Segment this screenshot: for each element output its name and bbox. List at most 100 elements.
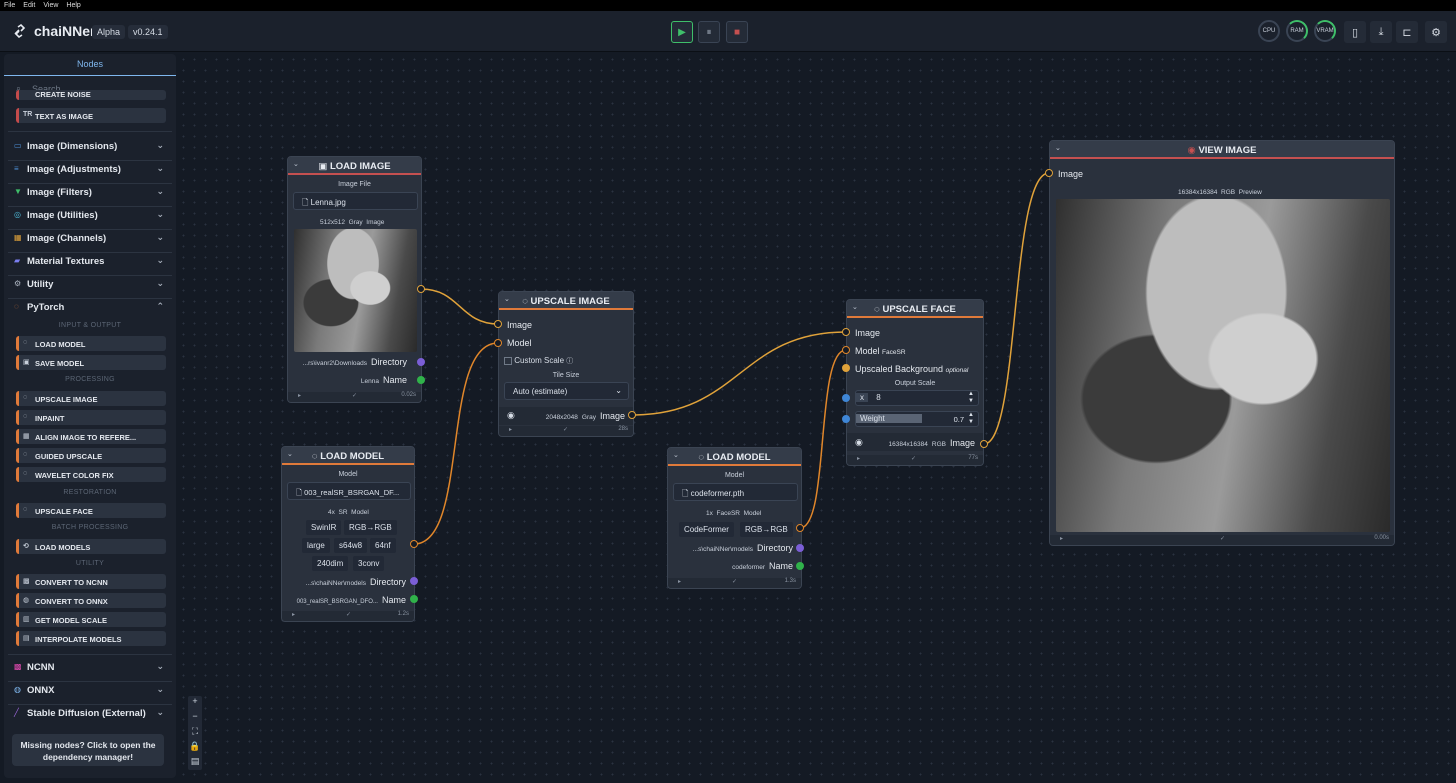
upscale-face-in-model-port[interactable]	[842, 346, 850, 354]
upscale-face-out-image-port[interactable]	[980, 440, 988, 448]
chevron-down-icon: ⌄	[156, 278, 164, 288]
load-model-2-out-directory-port[interactable]	[796, 544, 804, 552]
menu-view[interactable]: View	[43, 2, 58, 9]
output-scale-input[interactable]: x 8 ▲ ▼	[855, 390, 979, 406]
upscale-face-in-background-port[interactable]	[842, 364, 850, 372]
side-node-convert-ncnn[interactable]: ▩ CONVERT TO NCNN	[16, 574, 166, 589]
node-view-image[interactable]: ⌄ ◉ VIEW IMAGE Image 16384x16384 RGB Prev…	[1049, 140, 1395, 546]
upscale-face-in-weight-port[interactable]	[842, 415, 850, 423]
image-icon: ▣	[318, 161, 330, 172]
chevron-down-icon: ⌄	[156, 140, 164, 150]
chevron-down-icon: ⌄	[615, 386, 622, 395]
view-image-in-image-port[interactable]	[1045, 169, 1053, 177]
collapse-icon: ⌄	[1055, 145, 1061, 152]
image-file-picker[interactable]: 🗋 Lenna.jpg	[293, 192, 418, 210]
model-file-picker[interactable]: 🗋 003_realSR_BSRGAN_DF...	[287, 482, 411, 500]
side-node-align-image[interactable]: ▦ ALIGN IMAGE TO REFERE...	[16, 429, 166, 444]
node-load-model-1[interactable]: ⌄ ◌ LOAD MODEL Model 🗋 003_realSR_BSRGAN_…	[281, 446, 415, 622]
download-icon[interactable]: ⤓	[1370, 21, 1392, 43]
chevron-down-icon: ⌄	[156, 661, 164, 671]
model-file-picker[interactable]: 🗋 codeformer.pth	[673, 483, 798, 501]
chevron-down-icon: ⌄	[156, 684, 164, 694]
category-stable-diffusion[interactable]: ╱ Stable Diffusion (External) ⌄	[14, 707, 166, 722]
weight-slider[interactable]: Weight 0.7 ▲ ▼	[855, 411, 979, 427]
bookmark-icon[interactable]: ▯	[1344, 21, 1366, 43]
load-image-out-directory-port[interactable]	[417, 358, 425, 366]
upscale-face-in-scale-port[interactable]	[842, 394, 850, 402]
file-icon: 🗋	[296, 488, 305, 497]
upscale-face-in-image-port[interactable]	[842, 328, 850, 336]
node-load-model-2[interactable]: ⌄ ◌ LOAD MODEL Model 🗋 codeformer.pth 1x …	[667, 447, 802, 589]
load-model-1-out-name-port[interactable]	[410, 595, 418, 603]
side-node-inpaint[interactable]: ◌ INPAINT	[16, 410, 166, 425]
run-button[interactable]: ▶	[671, 21, 693, 43]
category-ncnn[interactable]: ▩ NCNN ⌄	[14, 661, 166, 676]
minimap-button[interactable]: ▤	[188, 756, 202, 771]
pause-icon: ⏸	[706, 26, 712, 38]
dependency-icon[interactable]: ⊏	[1396, 21, 1418, 43]
side-node-upscale-face[interactable]: ◌ UPSCALE FACE	[16, 503, 166, 518]
category-image-filters[interactable]: ▼ Image (Filters) ⌄	[14, 186, 166, 201]
zoom-in-button[interactable]: +	[188, 696, 202, 711]
load-model-1-out-model-port[interactable]	[410, 540, 418, 548]
subheading-utility: UTILITY	[75, 560, 105, 567]
side-node-convert-onnx[interactable]: ◍ CONVERT TO ONNX	[16, 593, 166, 608]
node-upscale-face[interactable]: ⌄ ◌ UPSCALE FACE Image Model FaceSR Upsca…	[846, 299, 984, 466]
pytorch-icon: ◌	[522, 296, 531, 307]
side-node-create-noise[interactable]: CREATE NOISE	[16, 90, 166, 100]
load-model-2-out-name-port[interactable]	[796, 562, 804, 570]
load-image-out-image-port[interactable]	[417, 285, 425, 293]
tile-size-select[interactable]: Auto (estimate) ⌄	[504, 382, 629, 400]
category-material-textures[interactable]: ▰ Material Textures ⌄	[14, 255, 166, 270]
eye-icon[interactable]: ◉	[855, 437, 863, 448]
category-onnx[interactable]: ◍ ONNX ⌄	[14, 684, 166, 699]
load-model-2-out-model-port[interactable]	[796, 524, 804, 532]
side-node-wavelet-color-fix[interactable]: ◌ WAVELET COLOR FIX	[16, 467, 166, 482]
side-node-load-model[interactable]: ◌ LOAD MODEL	[16, 336, 166, 351]
collapse-icon: ⌄	[504, 296, 510, 303]
category-image-dimensions[interactable]: ▭ Image (Dimensions) ⌄	[14, 140, 166, 155]
missing-nodes-button[interactable]: Missing nodes? Click to open the depende…	[12, 734, 164, 766]
side-node-guided-upscale[interactable]: ◌ GUIDED UPSCALE	[16, 448, 166, 463]
category-image-utilities[interactable]: ◎ Image (Utilities) ⌄	[14, 209, 166, 224]
image-thumbnail	[294, 229, 417, 352]
tab-nodes[interactable]: Nodes	[4, 54, 176, 76]
menu-file[interactable]: File	[4, 2, 15, 9]
stepper-icon: ▲ ▼	[968, 412, 974, 425]
upscale-image-in-model-port[interactable]	[494, 339, 502, 347]
category-image-adjustments[interactable]: ≡ Image (Adjustments) ⌄	[14, 163, 166, 178]
stop-button[interactable]: ■	[726, 21, 748, 43]
pause-button[interactable]: ⏸	[698, 21, 720, 43]
category-utility[interactable]: ⚙ Utility ⌄	[14, 278, 166, 293]
lock-button[interactable]: 🔒	[188, 741, 202, 756]
load-model-1-out-directory-port[interactable]	[410, 577, 418, 585]
stop-icon: ■	[733, 26, 741, 38]
zoom-out-button[interactable]: −	[188, 711, 202, 726]
subheading-batch-processing: BATCH PROCESSING	[51, 524, 129, 531]
custom-scale-checkbox[interactable]: Custom Scale ⓘ	[504, 356, 573, 366]
menu-help[interactable]: Help	[66, 2, 80, 9]
menu-edit[interactable]: Edit	[23, 2, 35, 9]
channel-badge: Alpha	[92, 25, 126, 39]
side-node-get-model-scale[interactable]: ▥ GET MODEL SCALE	[16, 612, 166, 627]
side-node-save-model[interactable]: ▣ SAVE MODEL	[16, 355, 166, 370]
app-logo-icon	[14, 23, 26, 39]
category-image-channels[interactable]: ▦ Image (Channels) ⌄	[14, 232, 166, 247]
side-node-interpolate-models[interactable]: ▤ INTERPOLATE MODELS	[16, 631, 166, 646]
eye-icon[interactable]: ◉	[507, 410, 515, 421]
side-node-load-models[interactable]: ⟲ LOAD MODELS	[16, 539, 166, 554]
chevron-down-icon: ⌄	[156, 163, 164, 173]
fit-view-button[interactable]: ⛶	[188, 726, 202, 741]
gear-icon[interactable]: ⚙	[1425, 21, 1447, 43]
eye-icon: ◉	[1187, 145, 1199, 156]
upscale-image-in-image-port[interactable]	[494, 320, 502, 328]
chevron-down-icon: ⌄	[156, 707, 164, 717]
category-pytorch[interactable]: ◌ PyTorch ⌃	[14, 301, 166, 316]
node-load-image[interactable]: ⌄ ▣ LOAD IMAGE Image File 🗋 Lenna.jpg 512…	[287, 156, 422, 403]
side-node-upscale-image[interactable]: ◌ UPSCALE IMAGE	[16, 391, 166, 406]
side-node-text-as-image[interactable]: Tr TEXT AS IMAGE	[16, 108, 166, 123]
node-upscale-image[interactable]: ⌄ ◌ UPSCALE IMAGE Image Model Custom Scal…	[498, 291, 634, 437]
stepper-icon: ▲ ▼	[968, 391, 974, 404]
load-image-out-name-port[interactable]	[417, 376, 425, 384]
upscale-image-out-image-port[interactable]	[628, 411, 636, 419]
